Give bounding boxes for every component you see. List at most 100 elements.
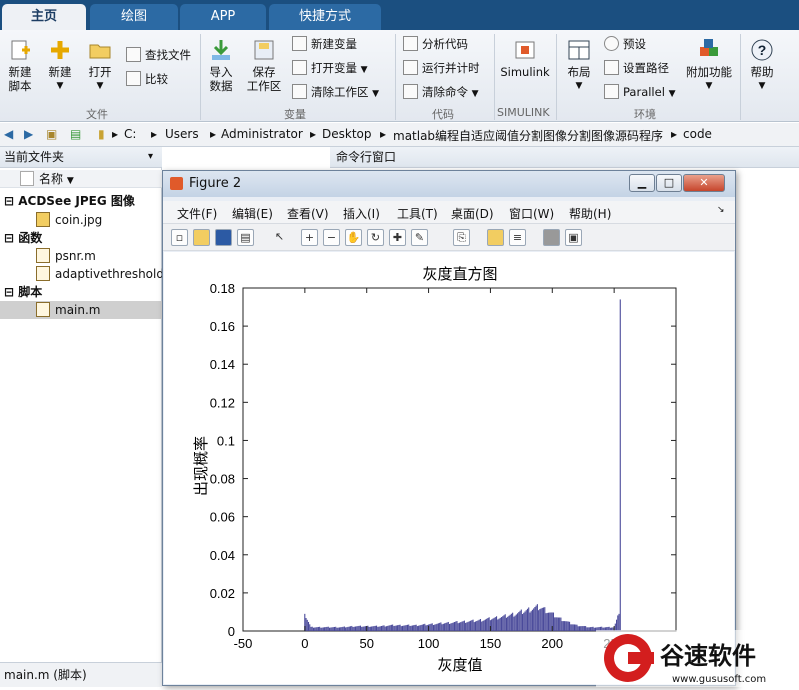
histogram-bar xyxy=(389,625,391,631)
file-item[interactable]: psnr.m xyxy=(0,247,162,265)
histogram-bar xyxy=(322,627,324,631)
open-file-icon[interactable] xyxy=(193,229,210,246)
histogram-bar xyxy=(453,622,456,631)
data-cursor-icon[interactable]: ✚ xyxy=(389,229,406,246)
histogram-bar xyxy=(425,625,427,631)
histogram-bar xyxy=(332,627,334,631)
histogram-bar xyxy=(310,626,312,631)
new-figure-icon[interactable]: ▫ xyxy=(171,229,188,246)
set-path-button[interactable]: 设置路径 xyxy=(604,59,669,77)
clear-workspace-button[interactable]: 清除工作区 ▼ xyxy=(292,83,379,101)
tab-apps[interactable]: APP xyxy=(180,4,266,30)
link-plot-icon[interactable]: ⎘ xyxy=(453,229,470,246)
histogram-bar xyxy=(437,623,439,631)
x-tick-label: 150 xyxy=(480,636,502,651)
menu-edit[interactable]: 编辑(E) xyxy=(232,205,273,222)
file-item[interactable]: adaptivethreshold.m xyxy=(0,265,162,283)
menu-tools[interactable]: 工具(T) xyxy=(397,205,438,222)
panel-menu-icon[interactable]: ▾ xyxy=(148,147,153,167)
forward-arrow-icon[interactable]: ▶ xyxy=(24,127,33,141)
menu-desktop[interactable]: 桌面(D) xyxy=(451,205,494,222)
watermark-brand: 谷速软件 xyxy=(660,642,756,670)
zoom-out-icon[interactable]: − xyxy=(323,229,340,246)
watermark-url: www.gususoft.com xyxy=(672,674,766,685)
analyze-code-button[interactable]: 分析代码 xyxy=(403,35,468,53)
pan-icon[interactable]: ✋ xyxy=(345,229,362,246)
simulink-icon xyxy=(513,38,537,62)
histogram-bar xyxy=(536,604,538,631)
up-folder-icon[interactable]: ▣ xyxy=(46,127,57,141)
new-script-button[interactable]: 新建 脚本 xyxy=(2,36,38,93)
histogram-bar xyxy=(585,626,587,631)
new-variable-button[interactable]: 新建变量 xyxy=(292,35,357,53)
dock-arrow-icon[interactable]: ↘ xyxy=(717,205,725,215)
y-tick-label: 0 xyxy=(228,624,235,639)
import-data-button[interactable]: 导入 数据 xyxy=(204,36,238,93)
tab-plots[interactable]: 绘图 xyxy=(90,4,178,30)
preferences-button[interactable]: 预设 xyxy=(604,35,646,53)
histogram-bar xyxy=(471,620,473,631)
tab-home[interactable]: 主页 xyxy=(2,4,86,30)
menu-window[interactable]: 窗口(W) xyxy=(509,205,554,222)
histogram-bar xyxy=(474,621,477,631)
path-segment[interactable]: Users xyxy=(165,127,199,141)
histogram-bar xyxy=(388,625,390,631)
zoom-in-icon[interactable]: + xyxy=(301,229,318,246)
path-segment[interactable]: matlab编程自适应阈值分割图像分割图像源码程序 xyxy=(393,127,663,144)
save-icon[interactable] xyxy=(215,229,232,246)
file-item[interactable]: coin.jpg xyxy=(0,211,162,229)
open-button[interactable]: 打开 ▼ xyxy=(82,36,118,93)
group-scripts[interactable]: ⊟ 脚本 xyxy=(0,283,162,301)
simulink-button[interactable]: Simulink xyxy=(500,36,550,79)
colorbar-icon[interactable] xyxy=(487,229,504,246)
save-workspace-button[interactable]: 保存 工作区 xyxy=(244,36,284,93)
help-button[interactable]: ? 帮助 ▼ xyxy=(744,36,780,93)
hide-plot-tools-icon[interactable] xyxy=(543,229,560,246)
print-icon[interactable]: ▤ xyxy=(237,229,254,246)
compare-button[interactable]: 比较 xyxy=(126,70,168,88)
group-jpeg[interactable]: ⊟ ACDSee JPEG 图像 xyxy=(0,192,162,210)
histogram-bar xyxy=(479,619,482,631)
histogram-bar xyxy=(414,624,416,631)
tab-shortcuts[interactable]: 快捷方式 xyxy=(269,4,381,30)
path-segment[interactable]: code xyxy=(683,127,712,141)
histogram-bar xyxy=(420,624,422,631)
new-button[interactable]: 新建 ▼ xyxy=(42,36,78,93)
histogram-bar xyxy=(484,619,486,631)
menu-file[interactable]: 文件(F) xyxy=(177,205,217,222)
histogram-bar xyxy=(565,621,567,631)
brush-icon[interactable]: ✎ xyxy=(411,229,428,246)
maximize-button[interactable]: □ xyxy=(656,174,682,192)
menu-view[interactable]: 查看(V) xyxy=(287,205,329,222)
close-button[interactable]: ✕ xyxy=(683,174,725,192)
path-segment[interactable]: Desktop xyxy=(322,127,372,141)
histogram-bar xyxy=(530,611,532,631)
histogram-bar xyxy=(367,625,369,631)
histogram-bar xyxy=(582,626,584,631)
histogram-bar xyxy=(326,626,328,631)
clear-commands-button[interactable]: 清除命令 ▼ xyxy=(403,83,479,101)
menu-insert[interactable]: 插入(I) xyxy=(343,205,380,222)
group-functions[interactable]: ⊟ 函数 xyxy=(0,229,162,247)
open-variable-button[interactable]: 打开变量 ▼ xyxy=(292,59,368,77)
show-plot-tools-icon[interactable]: ▣ xyxy=(565,229,582,246)
file-item-selected[interactable]: main.m xyxy=(0,301,162,319)
back-arrow-icon[interactable]: ◀ xyxy=(4,127,13,141)
layout-button[interactable]: 布局 ▼ xyxy=(562,36,596,93)
histogram-bar xyxy=(446,622,448,631)
find-files-button[interactable]: 查找文件 xyxy=(126,46,191,64)
path-segment[interactable]: Administrator xyxy=(221,127,303,141)
path-segment[interactable]: C: xyxy=(124,127,136,141)
pointer-icon[interactable]: ↖ xyxy=(271,229,288,246)
run-and-time-button[interactable]: 运行并计时 xyxy=(403,59,480,77)
minimize-button[interactable]: ▁ xyxy=(629,174,655,192)
addons-button[interactable]: 附加功能 ▼ xyxy=(684,36,734,93)
menu-help[interactable]: 帮助(H) xyxy=(569,205,611,222)
browse-folder-icon[interactable]: ▤ xyxy=(70,127,81,141)
histogram-bar xyxy=(568,621,571,631)
legend-icon[interactable]: ≡ xyxy=(509,229,526,246)
parallel-button[interactable]: Parallel ▼ xyxy=(604,83,675,101)
rotate-icon[interactable]: ↻ xyxy=(367,229,384,246)
name-column-header[interactable]: 名称 ▼ xyxy=(0,170,162,188)
histogram-bar xyxy=(518,612,520,631)
